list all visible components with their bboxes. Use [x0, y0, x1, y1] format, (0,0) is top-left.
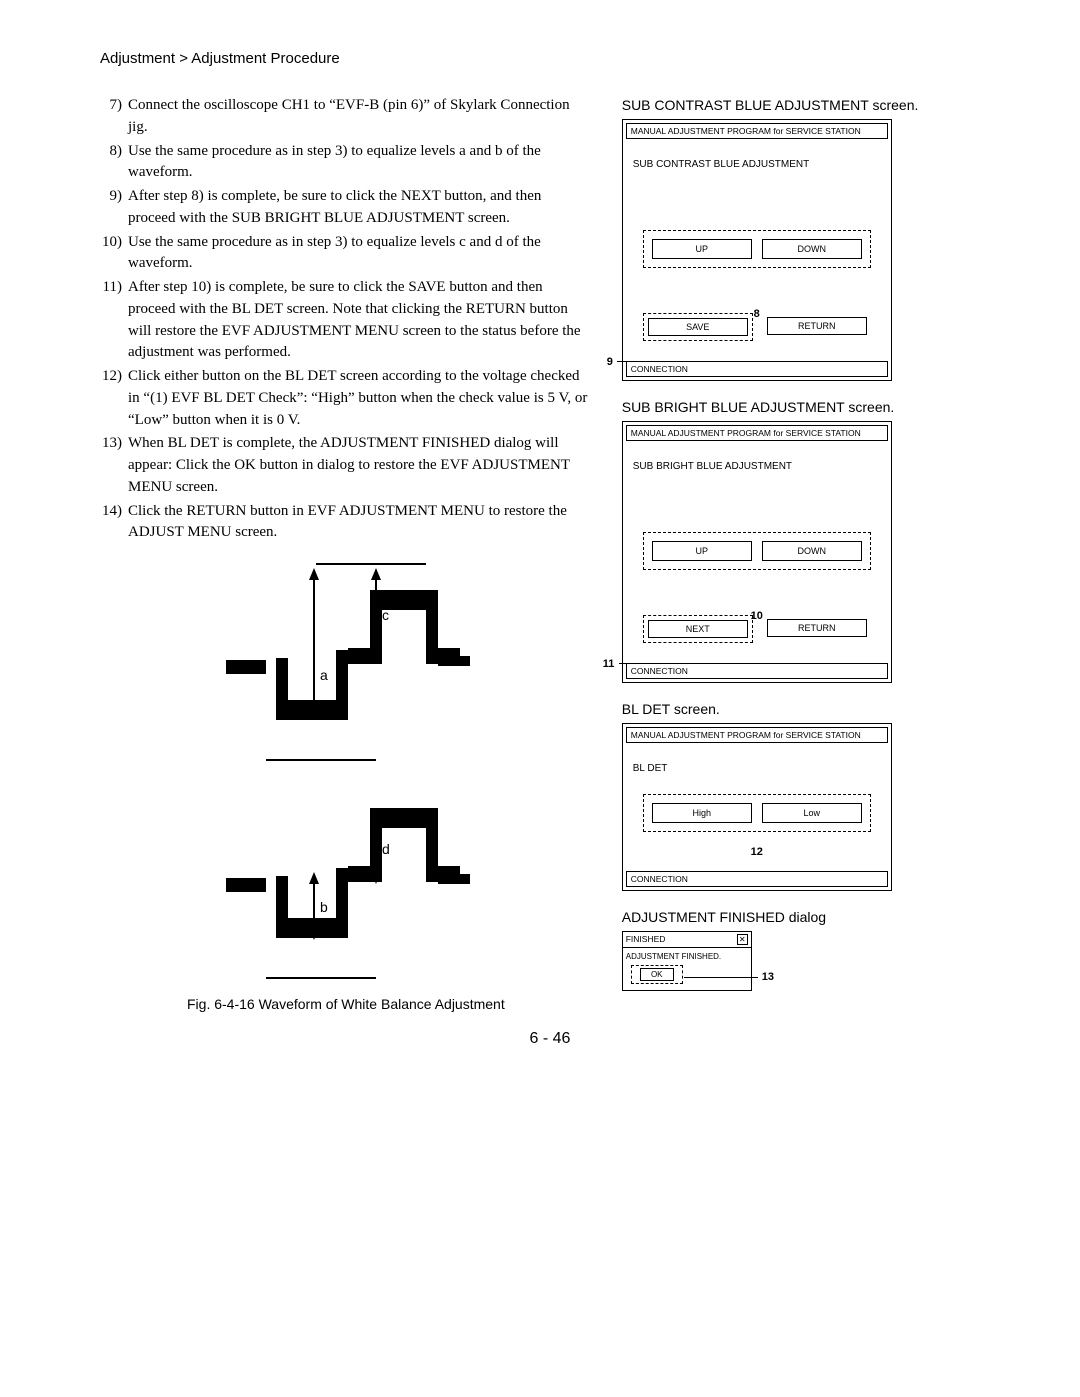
connection-label: CONNECTION [626, 361, 888, 377]
return-button[interactable]: RETURN [767, 619, 867, 637]
screen1-title: SUB CONTRAST BLUE ADJUSTMENT [633, 159, 881, 170]
step-text: Connect the oscilloscope CH1 to “EVF-B (… [128, 95, 592, 139]
up-button[interactable]: UP [652, 239, 752, 259]
dlg-message: ADJUSTMENT FINISHED. [623, 948, 751, 963]
finished-dialog: FINISHED ✕ ADJUSTMENT FINISHED. OK [622, 931, 752, 991]
step-number: 8) [100, 141, 128, 185]
procedure-steps: 7)Connect the oscilloscope CH1 to “EVF-B… [100, 95, 592, 544]
dlg-header: FINISHED [626, 934, 666, 945]
dlg-caption: ADJUSTMENT FINISHED dialog [622, 909, 1000, 925]
procedure-step: 11)After step 10) is complete, be sure t… [100, 277, 592, 364]
save-box: SAVE [643, 313, 753, 341]
screen1-caption: SUB CONTRAST BLUE ADJUSTMENT screen. [622, 97, 1000, 113]
callout-13: 13 [762, 971, 774, 983]
next-button[interactable]: NEXT [648, 620, 748, 638]
procedure-step: 12)Click either button on the BL DET scr… [100, 366, 592, 431]
step-number: 12) [100, 366, 128, 431]
up-button[interactable]: UP [652, 541, 752, 561]
page-number: 6 - 46 [100, 1030, 1000, 1048]
ok-button[interactable]: OK [640, 968, 674, 981]
save-button[interactable]: SAVE [648, 318, 748, 336]
screen2-title: SUB BRIGHT BLUE ADJUSTMENT [633, 461, 881, 472]
breadcrumb: Adjustment > Adjustment Procedure [100, 50, 1000, 67]
down-button[interactable]: DOWN [762, 541, 862, 561]
connection-label: CONNECTION [626, 871, 888, 887]
screen3-caption: BL DET screen. [622, 701, 1000, 717]
procedure-step: 13)When BL DET is complete, the ADJUSTME… [100, 433, 592, 498]
screen3-panel: MANUAL ADJUSTMENT PROGRAM for SERVICE ST… [622, 723, 892, 891]
label-d: d [382, 841, 390, 857]
return-box: RETURN [763, 615, 871, 643]
label-c: c [382, 607, 389, 623]
screen3-highlow-area: High Low [643, 794, 871, 832]
step-text: Click the RETURN button in EVF ADJUSTMEN… [128, 501, 592, 545]
screen2-caption: SUB BRIGHT BLUE ADJUSTMENT screen. [622, 399, 1000, 415]
step-text: When BL DET is complete, the ADJUSTMENT … [128, 433, 592, 498]
procedure-step: 8)Use the same procedure as in step 3) t… [100, 141, 592, 185]
step-number: 7) [100, 95, 128, 139]
step-number: 10) [100, 232, 128, 276]
step-number: 9) [100, 186, 128, 230]
label-b: b [320, 899, 328, 915]
return-button[interactable]: RETURN [767, 317, 867, 335]
step-number: 11) [100, 277, 128, 364]
step-text: After step 8) is complete, be sure to cl… [128, 186, 592, 230]
connection-label: CONNECTION [626, 663, 888, 679]
procedure-step: 10)Use the same procedure as in step 3) … [100, 232, 592, 276]
step-text: Use the same procedure as in step 3) to … [128, 141, 592, 185]
label-a: a [320, 667, 328, 683]
step-number: 13) [100, 433, 128, 498]
procedure-step: 14)Click the RETURN button in EVF ADJUST… [100, 501, 592, 545]
step-number: 14) [100, 501, 128, 545]
close-icon[interactable]: ✕ [737, 934, 748, 945]
procedure-step: 7)Connect the oscilloscope CH1 to “EVF-B… [100, 95, 592, 139]
down-button[interactable]: DOWN [762, 239, 862, 259]
screen3-titlebar: MANUAL ADJUSTMENT PROGRAM for SERVICE ST… [626, 727, 888, 743]
screen1-updown-area: UP DOWN [643, 230, 871, 268]
callout-11: 11 [603, 658, 615, 670]
screen2-titlebar: MANUAL ADJUSTMENT PROGRAM for SERVICE ST… [626, 425, 888, 441]
high-button[interactable]: High [652, 803, 752, 823]
screen1-titlebar: MANUAL ADJUSTMENT PROGRAM for SERVICE ST… [626, 123, 888, 139]
step-text: Use the same procedure as in step 3) to … [128, 232, 592, 276]
return-box: RETURN [763, 313, 871, 341]
step-text: After step 10) is complete, be sure to c… [128, 277, 592, 364]
waveform-figure: c a [100, 560, 592, 1012]
ok-box: OK [631, 965, 683, 984]
callout-9: 9 [607, 356, 613, 368]
callout-12: 12 [751, 846, 763, 858]
procedure-step: 9)After step 8) is complete, be sure to … [100, 186, 592, 230]
screen3-title: BL DET [633, 763, 881, 774]
screen2-panel: MANUAL ADJUSTMENT PROGRAM for SERVICE ST… [622, 421, 892, 683]
low-button[interactable]: Low [762, 803, 862, 823]
next-box: NEXT [643, 615, 753, 643]
step-text: Click either button on the BL DET screen… [128, 366, 592, 431]
screen1-panel: MANUAL ADJUSTMENT PROGRAM for SERVICE ST… [622, 119, 892, 381]
figure-caption: Fig. 6-4-16 Waveform of White Balance Ad… [100, 996, 592, 1012]
screen2-updown-area: UP DOWN [643, 532, 871, 570]
